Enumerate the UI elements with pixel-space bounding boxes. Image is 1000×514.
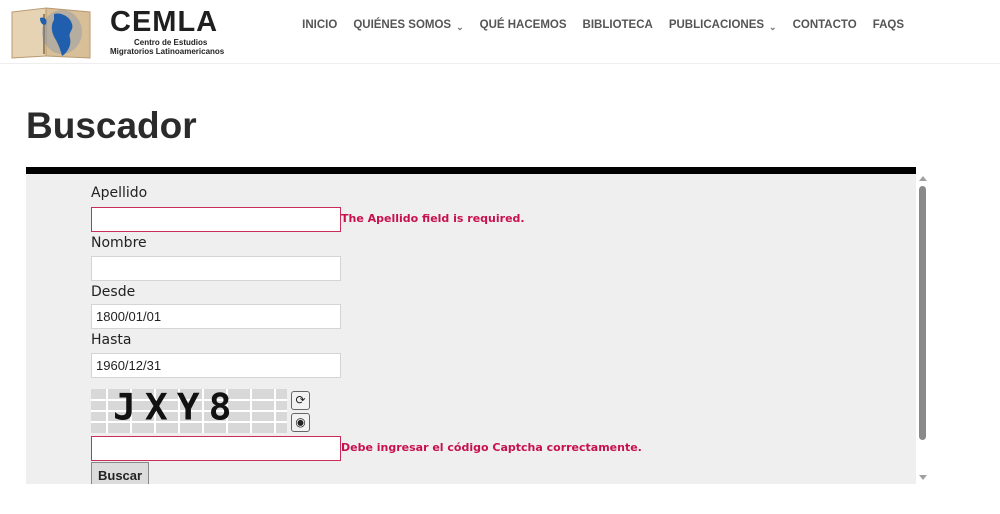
nav-label: INICIO bbox=[302, 19, 338, 31]
captcha-image: JXY8 bbox=[91, 386, 287, 433]
logo-subtitle-line-1: Centro de Estudios bbox=[134, 38, 208, 47]
hasta-label: Hasta bbox=[91, 332, 132, 348]
scroll-thumb[interactable] bbox=[919, 186, 926, 440]
site-header: CEMLA Centro de Estudios Migratorios Lat… bbox=[0, 0, 1000, 64]
nav-label: FAQS bbox=[872, 19, 904, 31]
audio-icon[interactable]: ◉ bbox=[291, 413, 310, 432]
book-globe-icon bbox=[11, 7, 91, 59]
nav-item-inicio[interactable]: INICIO bbox=[294, 19, 345, 31]
scroll-down-arrow-icon[interactable] bbox=[919, 475, 927, 480]
apellido-input[interactable] bbox=[91, 207, 341, 232]
nav-label: PUBLICACIONES bbox=[668, 19, 765, 31]
captcha-input[interactable] bbox=[91, 436, 341, 461]
nav-label: QUÉ HACEMOS bbox=[479, 19, 567, 31]
nav-item-quienes-somos[interactable]: QUIÉNES SOMOS ⌄ bbox=[345, 19, 471, 32]
search-iframe: Apellido The Apellido field is required.… bbox=[26, 167, 930, 484]
logo-title: CEMLA bbox=[110, 6, 219, 38]
nav-label: QUIÉNES SOMOS bbox=[353, 19, 452, 31]
nav-item-publicaciones[interactable]: PUBLICACIONES ⌄ bbox=[661, 19, 785, 32]
desde-label: Desde bbox=[91, 284, 136, 300]
scroll-up-arrow-icon[interactable] bbox=[919, 176, 927, 181]
captcha-text: JXY8 bbox=[113, 386, 241, 428]
chevron-down-icon: ⌄ bbox=[769, 22, 777, 32]
chevron-down-icon: ⌄ bbox=[456, 22, 464, 32]
apellido-error: The Apellido field is required. bbox=[341, 212, 525, 225]
refresh-icon[interactable]: ⟳ bbox=[291, 391, 310, 410]
logo-subtitle-line-2: Migratorios Latinoamericanos bbox=[110, 47, 225, 56]
iframe-scrollbar[interactable] bbox=[916, 174, 930, 484]
apellido-label: Apellido bbox=[91, 185, 148, 201]
search-form-panel: Apellido The Apellido field is required.… bbox=[26, 174, 916, 484]
page-title: Buscador bbox=[26, 105, 197, 146]
desde-input[interactable] bbox=[91, 304, 341, 329]
nav-item-contacto[interactable]: CONTACTO bbox=[785, 19, 865, 31]
main-nav: INICIO QUIÉNES SOMOS ⌄ QUÉ HACEMOS BIBLIO… bbox=[294, 19, 912, 32]
nombre-input[interactable] bbox=[91, 256, 341, 281]
cemla-logo[interactable]: CEMLA Centro de Estudios Migratorios Lat… bbox=[10, 4, 232, 60]
nombre-label: Nombre bbox=[91, 235, 147, 251]
buscar-button[interactable]: Buscar bbox=[91, 462, 150, 484]
hasta-input[interactable] bbox=[91, 353, 341, 378]
nav-label: CONTACTO bbox=[792, 19, 857, 31]
nav-item-biblioteca[interactable]: BIBLIOTECA bbox=[575, 19, 661, 31]
logo-subtitle: Centro de Estudios Migratorios Latinoame… bbox=[110, 38, 224, 56]
captcha-error: Debe ingresar el código Captcha correcta… bbox=[341, 441, 642, 454]
nav-item-faqs[interactable]: FAQS bbox=[865, 19, 912, 31]
iframe-top-border bbox=[26, 167, 916, 174]
nav-item-que-hacemos[interactable]: QUÉ HACEMOS bbox=[472, 19, 575, 31]
nav-label: BIBLIOTECA bbox=[582, 19, 653, 31]
